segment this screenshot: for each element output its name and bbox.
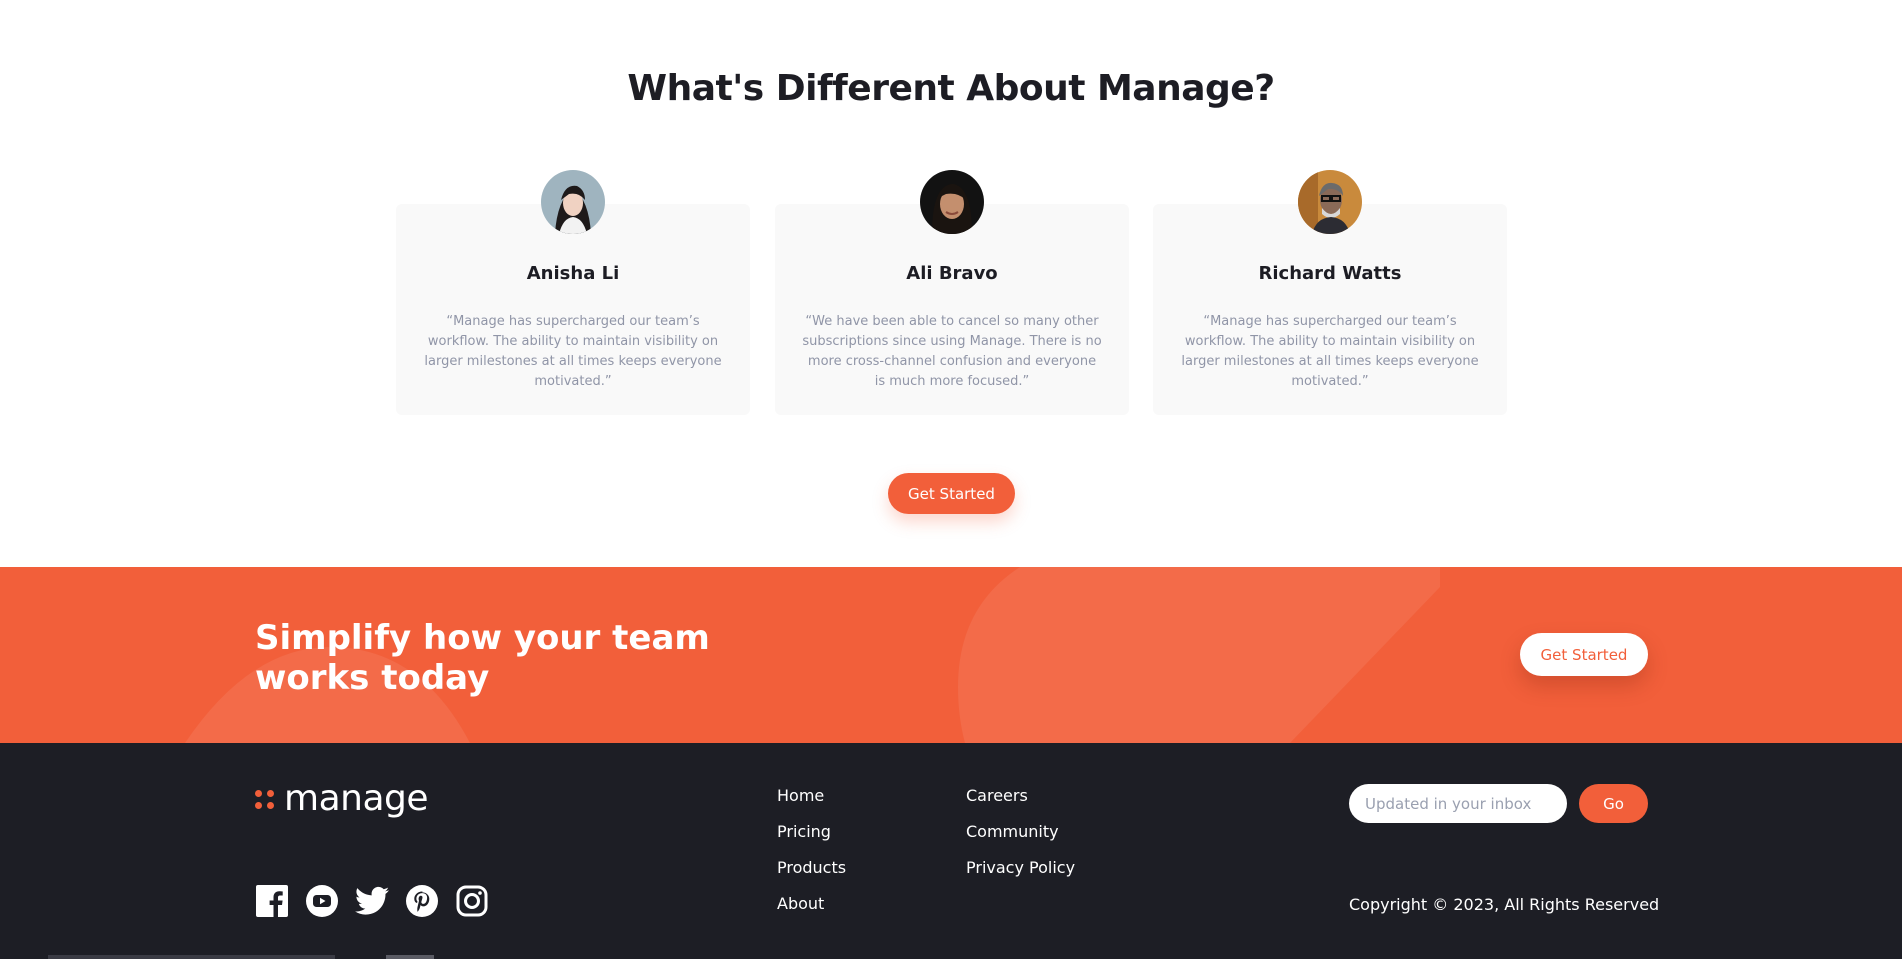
logo-text: manage [284,778,429,819]
testimonial-card: Richard Watts “Manage has supercharged o… [1153,170,1507,415]
horizontal-scrollbar-track [48,955,335,959]
horizontal-scrollbar-thumb[interactable] [386,955,434,959]
facebook-icon[interactable] [255,884,289,918]
manage-logo[interactable]: manage [255,778,429,819]
testimonial-card: Anisha Li “Manage has supercharged our t… [396,170,750,415]
subscribe-go-button[interactable]: Go [1579,784,1648,823]
get-started-button[interactable]: Get Started [888,473,1015,514]
logo-mark-icon [255,789,274,809]
avatar-ali [920,170,984,234]
footer-nav-primary: Home Pricing Products About [777,786,846,930]
testimonial-name: Ali Bravo [906,263,998,284]
pinterest-icon[interactable] [405,884,439,918]
cta-title: Simplify how your team works today [255,618,710,698]
footer-link-home[interactable]: Home [777,786,846,822]
twitter-icon[interactable] [355,884,389,918]
newsletter-email-input[interactable] [1349,784,1567,823]
footer-link-privacy-policy[interactable]: Privacy Policy [966,858,1075,894]
testimonial-name: Richard Watts [1258,263,1402,284]
footer-link-community[interactable]: Community [966,822,1075,858]
footer-link-products[interactable]: Products [777,858,846,894]
cta-get-started-button[interactable]: Get Started [1520,633,1648,676]
social-links [255,884,489,918]
instagram-icon[interactable] [455,884,489,918]
footer-link-about[interactable]: About [777,894,846,930]
testimonial-quote: “Manage has supercharged our team’s work… [424,314,722,389]
avatar-anisha [541,170,605,234]
footer: manage Home Pricing Products About Caree… [0,743,1902,959]
testimonial-name: Anisha Li [526,263,620,284]
footer-link-pricing[interactable]: Pricing [777,822,846,858]
section-title: What's Different About Manage? [627,68,1275,109]
youtube-icon[interactable] [305,884,339,918]
copyright-text: Copyright © 2023, All Rights Reserved [1349,895,1660,914]
testimonial-quote: “Manage has supercharged our team’s work… [1181,314,1479,389]
testimonial-quote: “We have been able to cancel so many oth… [802,314,1102,389]
cta-band: Simplify how your team works today Get S… [0,567,1902,743]
testimonial-card: Ali Bravo “We have been able to cancel s… [775,170,1129,415]
avatar-richard [1298,170,1362,234]
footer-link-careers[interactable]: Careers [966,786,1075,822]
footer-nav-secondary: Careers Community Privacy Policy [966,786,1075,894]
